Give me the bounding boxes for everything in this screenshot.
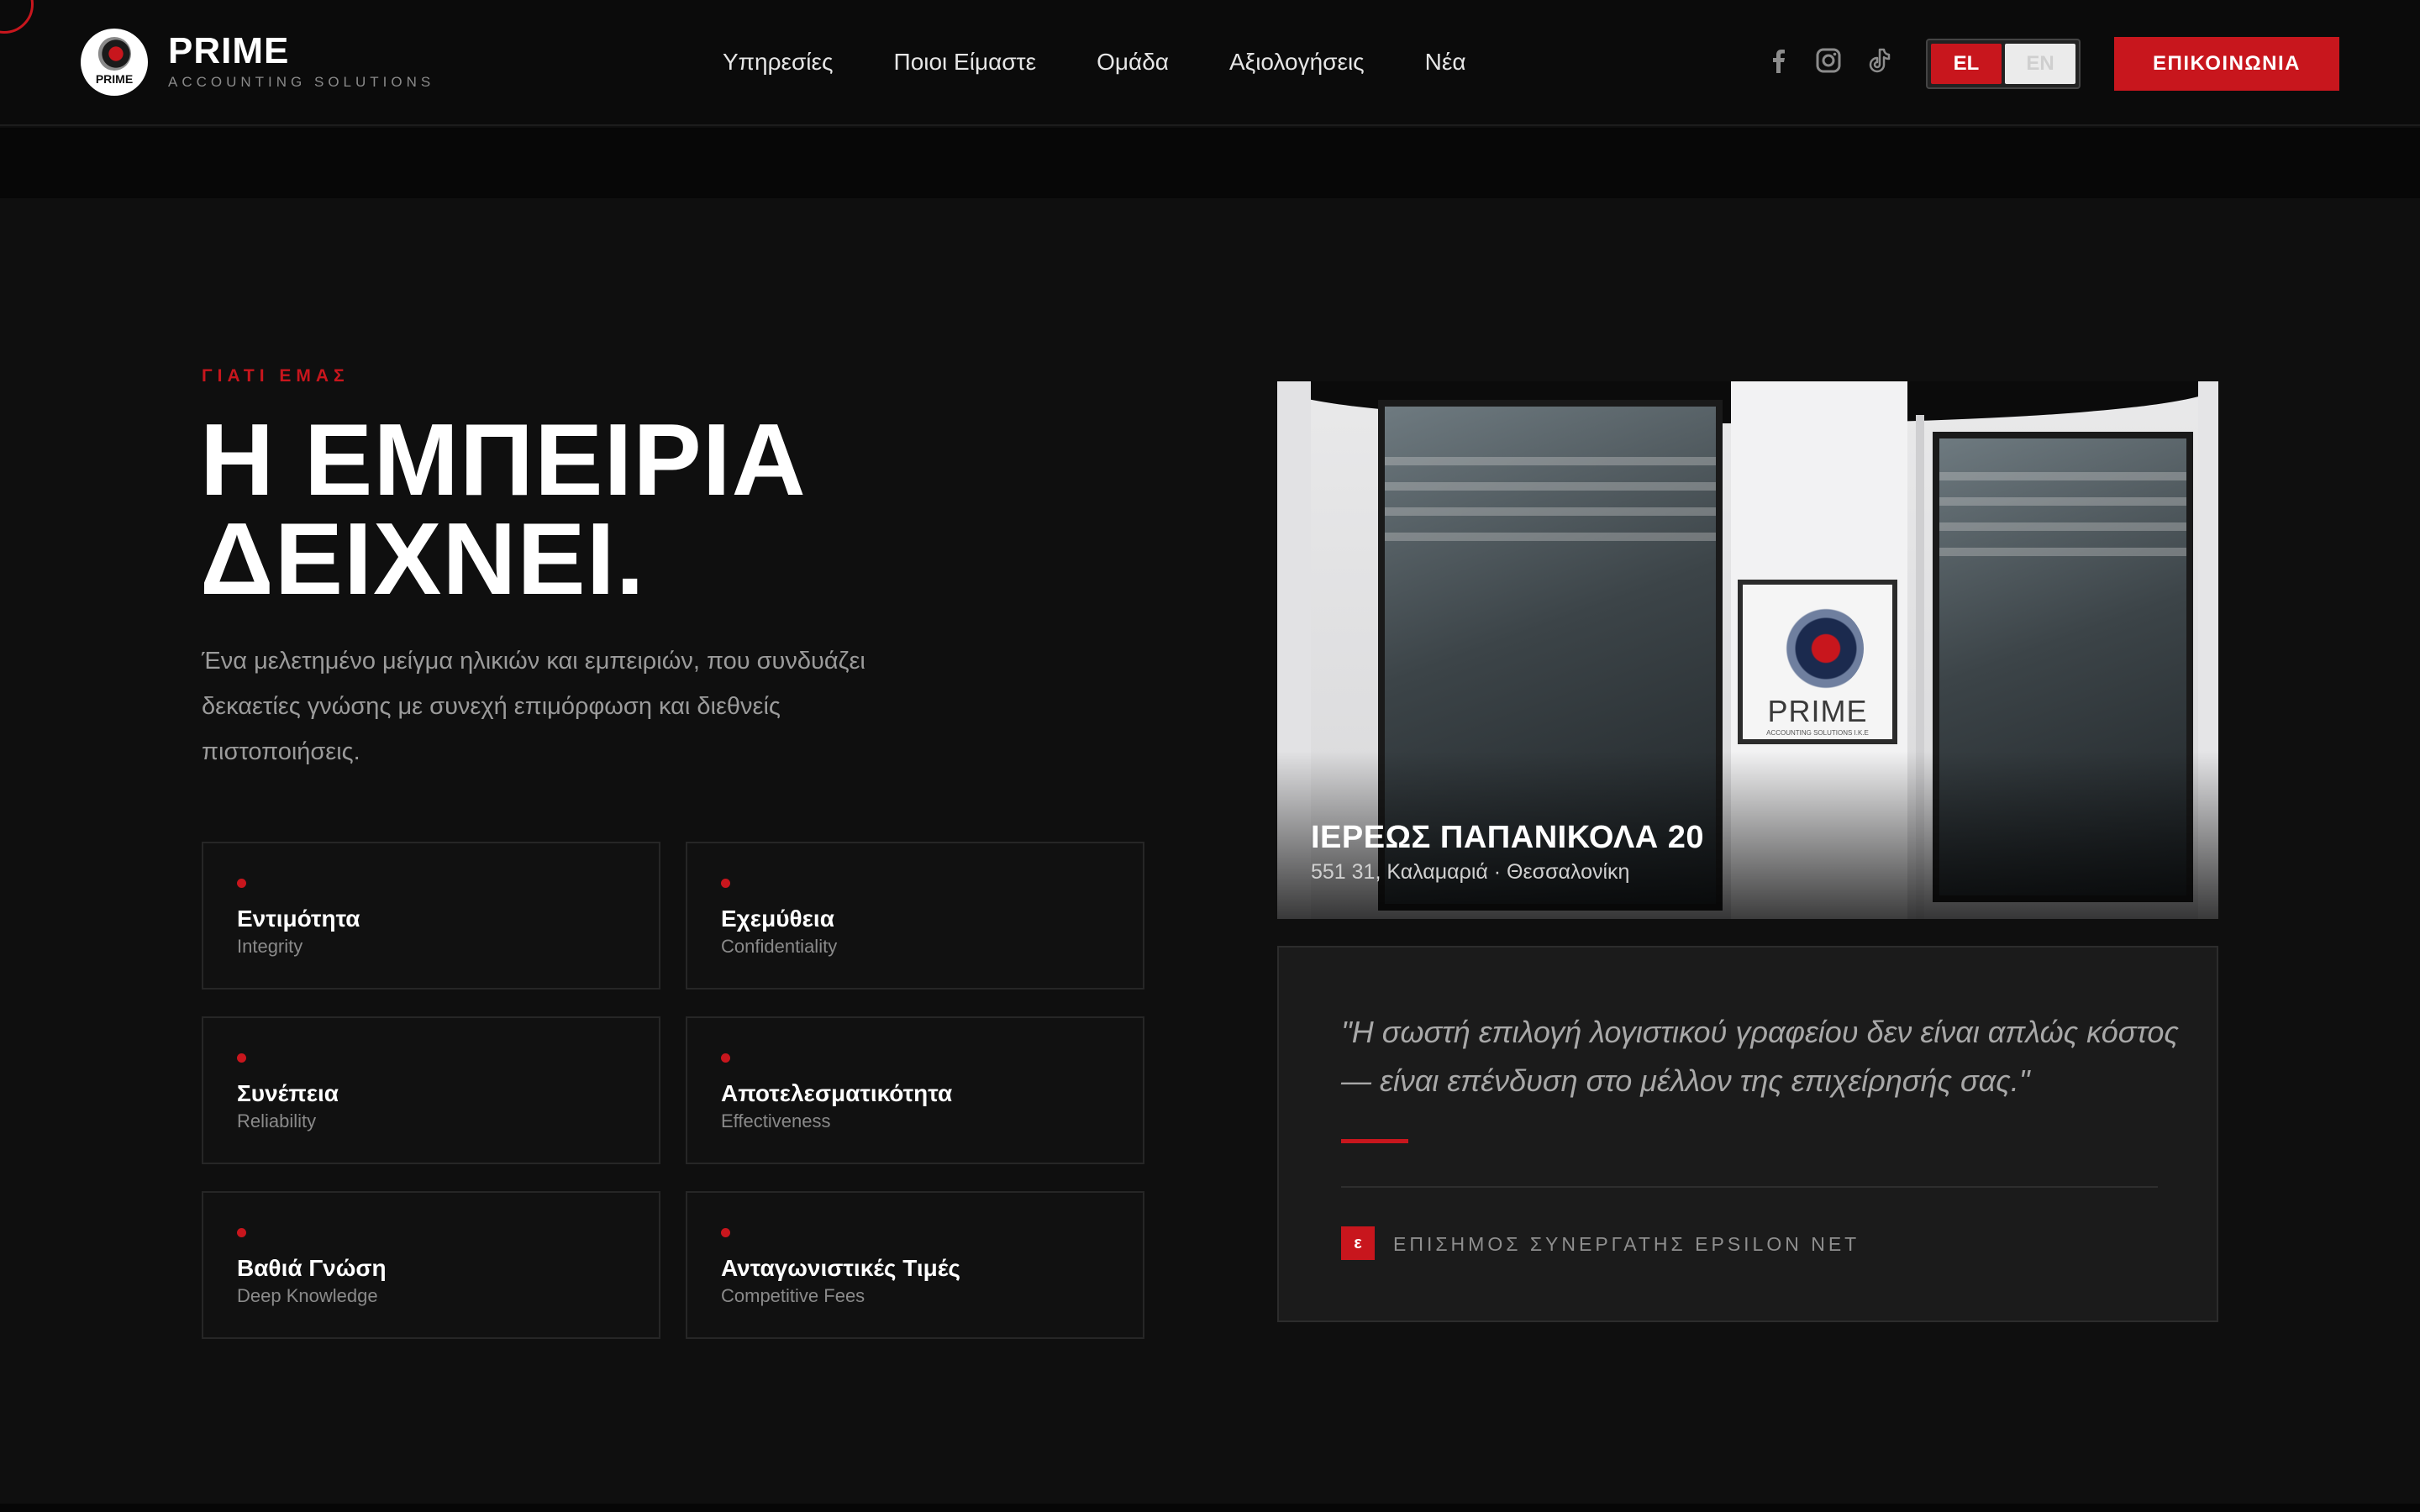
headline-line-1: Η ΕΜΠΕΙΡΙΑ [200, 402, 807, 517]
window-blind [1385, 533, 1716, 541]
bullet-dot-icon [721, 1053, 730, 1063]
nav-item-team[interactable]: Ομάδα [1097, 49, 1169, 76]
section-lead: Ένα μελετημένο μείγμα ηλικιών και εμπειρ… [202, 648, 865, 765]
nav-item-news[interactable]: Νέα [1425, 49, 1466, 76]
instagram-icon[interactable] [1812, 44, 1845, 77]
value-subtitle: Effectiveness [721, 1110, 831, 1131]
sign-subtext: ACCOUNTING SOLUTIONS I.K.E [1766, 729, 1869, 737]
partner-label: ΕΠΙΣΗΜΟΣ ΣΥΝΕΡΓΑΤΗΣ EPSILON NET [1393, 1233, 1860, 1255]
brand-name[interactable]: PRIME [168, 30, 289, 72]
contact-button[interactable]: ΕΠΙΚΟΙΝΩΝΙΑ [2114, 37, 2339, 91]
value-card-confidentiality: Εχεμύθεια Confidentiality [686, 842, 1144, 990]
window-blind [1939, 472, 2186, 480]
window-blind [1939, 497, 2186, 506]
nav-item-reviews[interactable]: Αξιολογήσεις [1229, 49, 1365, 76]
nav-item-services[interactable]: Υπηρεσίες [723, 49, 833, 76]
sign-logo-icon [1780, 606, 1864, 690]
value-card-integrity: Εντιμότητα Integrity [202, 842, 660, 990]
lang-el-button[interactable]: EL [1931, 44, 2002, 84]
sign-text: PRIME [1767, 694, 1868, 728]
value-title: Ανταγωνιστικές Τιμές [721, 1255, 960, 1281]
window-blind [1385, 482, 1716, 491]
quote-text: "Η σωστή επιλογή λογιστικού γραφείου δεν… [1341, 1015, 2179, 1098]
office-address-city: 551 31, Καλαμαριά · Θεσσαλονίκη [1311, 860, 1630, 884]
office-sign: PRIME ACCOUNTING SOLUTIONS I.K.E [1738, 580, 1897, 744]
bullet-dot-icon [237, 1228, 246, 1237]
value-subtitle: Deep Knowledge [237, 1285, 378, 1306]
section-bottom-edge [0, 1504, 2420, 1512]
window-blind [1939, 548, 2186, 556]
value-title: Βαθιά Γνώση [237, 1255, 387, 1281]
lang-en-button[interactable]: EN [2005, 44, 2075, 84]
epsilon-badge-icon: ε [1341, 1226, 1375, 1260]
window-blind [1939, 522, 2186, 531]
value-title: Εχεμύθεια [721, 906, 834, 932]
logo-mini-text: PRIME [95, 72, 134, 86]
value-title: Αποτελεσματικότητα [721, 1080, 953, 1106]
facebook-icon[interactable] [1761, 44, 1795, 77]
window-blind [1385, 457, 1716, 465]
nav-item-about[interactable]: Ποιοι Είμαστε [893, 49, 1036, 76]
value-title: Συνέπεια [237, 1080, 339, 1106]
brand-tagline: ACCOUNTING SOLUTIONS [168, 74, 435, 90]
section-headline: Η ΕΜΠΕΙΡΙΑ ΔΕΙΧΝΕΙ. [200, 402, 807, 616]
headline-line-2: ΔΕΙΧΝΕΙ. [200, 501, 645, 616]
bullet-dot-icon [721, 1228, 730, 1237]
value-subtitle: Confidentiality [721, 936, 838, 957]
section-eyebrow: ΓΙΑΤΙ ΕΜΑΣ [202, 366, 350, 386]
bullet-dot-icon [237, 879, 246, 888]
office-address-street: ΙΕΡΕΩΣ ΠΑΠΑΝΙΚΟΛΑ 20 [1311, 820, 1705, 855]
bullet-dot-icon [721, 879, 730, 888]
divider [1341, 1186, 2158, 1188]
quote-accent-bar [1341, 1139, 1408, 1143]
office-photo: PRIME ACCOUNTING SOLUTIONS I.K.E ΙΕΡΕΩΣ … [1277, 381, 2218, 919]
value-subtitle: Integrity [237, 936, 303, 957]
logo-swirl-icon [97, 37, 131, 71]
bullet-dot-icon [237, 1053, 246, 1063]
main-nav: Υπηρεσίες Ποιοι Είμαστε Ομάδα Αξιολογήσε… [723, 49, 1466, 76]
quote-card: "Η σωστή επιλογή λογιστικού γραφείου δεν… [1277, 946, 2218, 1322]
value-card-reliability: Συνέπεια Reliability [202, 1016, 660, 1164]
value-title: Εντιμότητα [237, 906, 360, 932]
brand-logo[interactable]: PRIME [81, 29, 148, 96]
value-card-competitive-fees: Ανταγωνιστικές Τιμές Competitive Fees [686, 1191, 1144, 1339]
value-card-effectiveness: Αποτελεσματικότητα Effectiveness [686, 1016, 1144, 1164]
value-card-deep-knowledge: Βαθιά Γνώση Deep Knowledge [202, 1191, 660, 1339]
window-blind [1385, 507, 1716, 516]
tiktok-icon[interactable] [1862, 44, 1896, 77]
corner-decoration [0, 0, 34, 34]
site-header: PRIME PRIME ACCOUNTING SOLUTIONS Υπηρεσί… [0, 0, 2420, 126]
value-subtitle: Competitive Fees [721, 1285, 865, 1306]
header-spacer-band [0, 128, 2420, 198]
language-switcher: EL EN [1926, 39, 2081, 89]
value-subtitle: Reliability [237, 1110, 317, 1131]
